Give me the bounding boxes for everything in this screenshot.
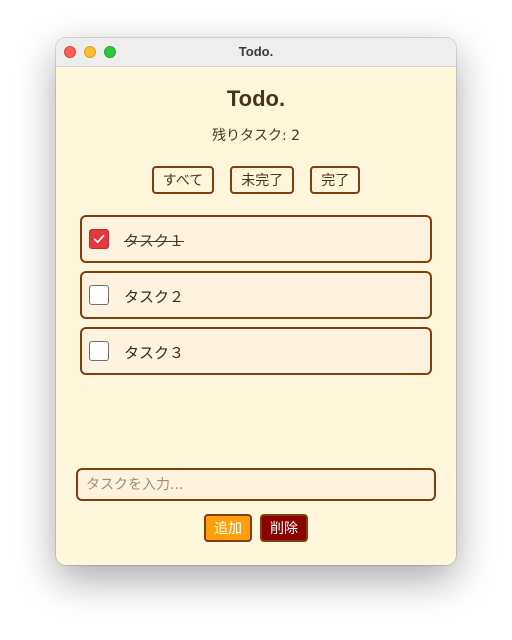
remaining-tasks-count: 残りタスク: 2: [211, 128, 301, 144]
title-bar[interactable]: Todo.: [56, 38, 456, 67]
task-checkbox[interactable]: [89, 285, 109, 305]
task-item[interactable]: タスク１: [80, 215, 432, 263]
filter-completed-button[interactable]: 完了: [310, 166, 361, 194]
check-icon: [93, 234, 105, 243]
task-label: タスク１: [124, 232, 185, 250]
task-label: タスク３: [124, 344, 185, 362]
task-label: タスク２: [124, 288, 185, 306]
task-list: タスク１ タスク２ タスク３: [80, 215, 432, 383]
task-item[interactable]: タスク２: [80, 271, 432, 319]
task-checkbox[interactable]: [89, 341, 109, 361]
task-input[interactable]: [76, 468, 436, 501]
task-item[interactable]: タスク３: [80, 327, 432, 375]
filter-bar: すべて 未完了 完了: [56, 166, 456, 194]
action-bar: 追加 削除: [56, 514, 456, 542]
task-checkbox[interactable]: [89, 229, 109, 249]
delete-button[interactable]: 削除: [260, 514, 308, 542]
filter-all-button[interactable]: すべて: [151, 166, 215, 194]
app-window: Todo. Todo. 残りタスク: 2 すべて 未完了 完了 タスク１ タスク…: [56, 38, 456, 565]
filter-active-button[interactable]: 未完了: [230, 166, 295, 194]
add-button[interactable]: 追加: [204, 514, 252, 542]
page-title: Todo.: [226, 86, 286, 111]
window-title: Todo.: [238, 44, 274, 59]
